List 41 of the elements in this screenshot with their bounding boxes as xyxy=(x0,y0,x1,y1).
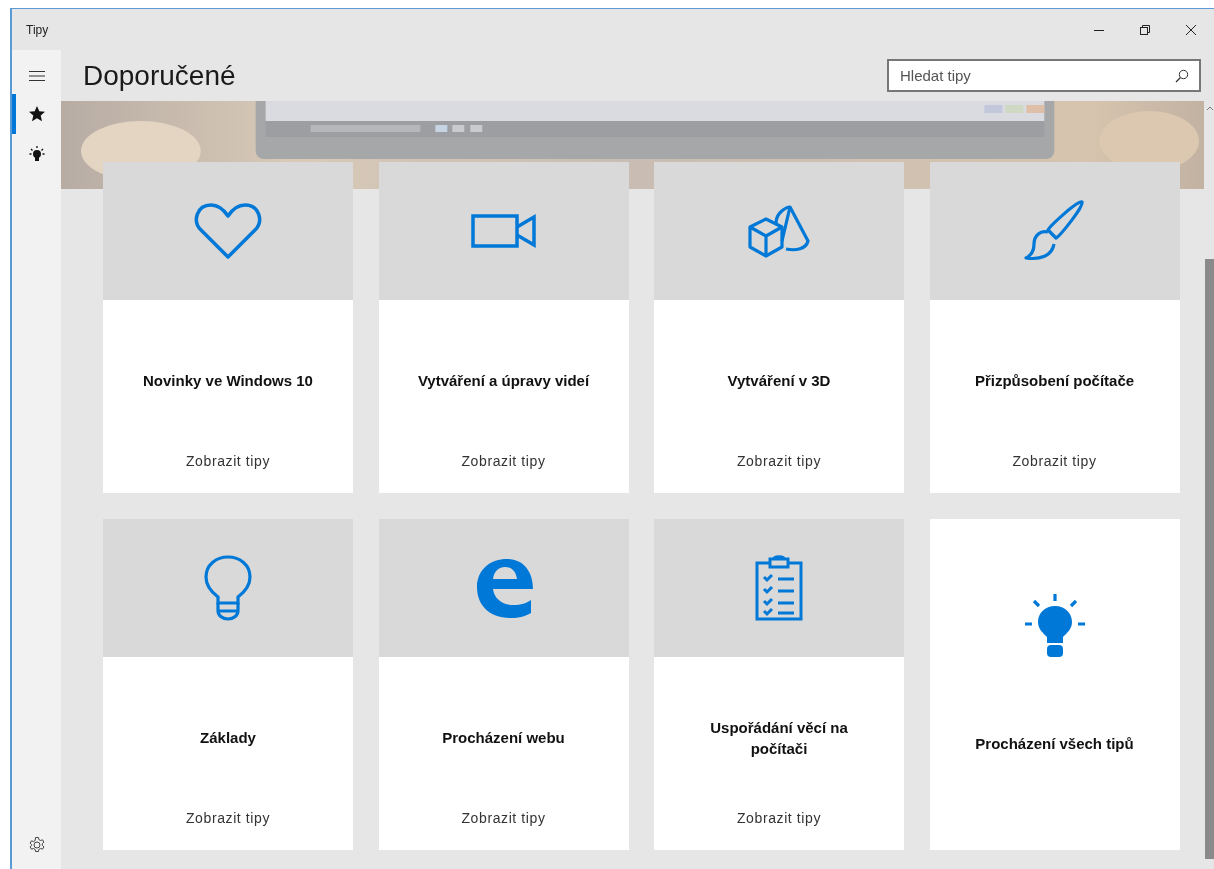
lightbulb-icon xyxy=(1024,594,1085,660)
show-tips-link[interactable]: Zobrazit tipy xyxy=(461,810,546,826)
tip-card[interactable]: Novinky ve Windows 10 Zobrazit tipy xyxy=(103,162,353,493)
card-title: Novinky ve Windows 10 xyxy=(143,371,313,391)
tip-card[interactable]: Základy Zobrazit tipy xyxy=(103,519,353,850)
card-title: Procházení webu xyxy=(442,728,565,748)
show-tips-link[interactable]: Zobrazit tipy xyxy=(461,453,546,469)
lightbulb-icon xyxy=(204,555,252,621)
tip-card[interactable]: Vytváření a úpravy videí Zobrazit tipy xyxy=(378,162,629,493)
show-tips-link[interactable]: Zobrazit tipy xyxy=(185,453,271,469)
close-icon xyxy=(1185,23,1197,36)
settings-icon xyxy=(27,836,46,854)
search-field[interactable]: Hledat tipy xyxy=(887,59,1201,92)
heart-icon xyxy=(193,201,263,261)
card-title: Přizpůsobení počítače xyxy=(974,371,1135,391)
card-title: Vytváření v 3D xyxy=(727,371,831,391)
menu-icon xyxy=(27,70,46,82)
minimize-icon xyxy=(1093,29,1105,31)
show-tips-link[interactable]: Zobrazit tipy xyxy=(1012,453,1097,469)
restore-icon xyxy=(1139,23,1151,36)
browse-card[interactable]: Procházení všech tipů xyxy=(929,519,1180,850)
video-camera-icon xyxy=(470,213,537,249)
tip-card[interactable]: Přizpůsobení počítače Zobrazit tipy xyxy=(929,162,1180,493)
tip-card[interactable]: Vytváření v 3D Zobrazit tipy xyxy=(654,162,904,493)
shapes-icon xyxy=(746,203,812,259)
page-title: Doporučené xyxy=(83,59,236,92)
show-tips-link[interactable]: Zobrazit tipy xyxy=(736,810,822,826)
card-title: Uspořádání věcí na počítači xyxy=(709,717,849,759)
search-icon xyxy=(1175,69,1189,83)
tip-card[interactable]: Uspořádání věcí na počítači Zobrazit tipy xyxy=(654,519,904,850)
clipboard-checklist-icon xyxy=(754,555,804,621)
tip-card[interactable]: Procházení webu Zobrazit tipy xyxy=(378,519,629,850)
star-icon xyxy=(27,105,46,123)
card-title: Základy xyxy=(200,728,256,748)
card-title: Vytváření a úpravy videí xyxy=(417,371,590,391)
card-title: Procházení všech tipů xyxy=(975,734,1134,754)
window-title: Tipy xyxy=(26,22,49,37)
scrollbar-thumb[interactable] xyxy=(1205,259,1214,859)
lightbulb-icon xyxy=(27,145,46,163)
show-tips-link[interactable]: Zobrazit tipy xyxy=(736,453,822,469)
show-tips-link[interactable]: Zobrazit tipy xyxy=(185,810,271,826)
